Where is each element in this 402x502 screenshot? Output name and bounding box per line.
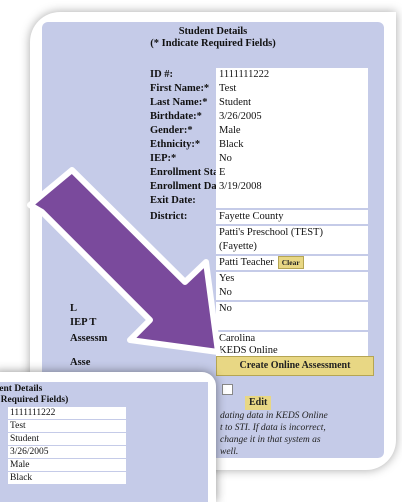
label-partial-l: L (70, 303, 78, 314)
create-online-assessment-button[interactable]: Create Online Assessment (216, 356, 374, 376)
label-assessment-2: Asse (70, 357, 91, 368)
inset-value-ethnicity: Black (8, 472, 126, 484)
value-ethnicity[interactable]: Black (216, 138, 368, 152)
zoom-inset: dent Details e Required Fields) 11111112… (0, 372, 216, 502)
label-iep-type: IEP T (70, 317, 97, 328)
value-assessment[interactable]: Carolina (216, 332, 368, 346)
inset-value-gender: Male (8, 459, 126, 471)
value-iep[interactable]: No (216, 152, 368, 166)
value-first-name[interactable]: Test (216, 82, 368, 96)
label-gender: Gender:* (150, 125, 193, 136)
value-exit-date[interactable] (216, 194, 368, 208)
label-first-name: First Name:* (150, 83, 210, 94)
inset-panel: dent Details e Required Fields) 11111112… (0, 382, 208, 502)
label-ethnicity: Ethnicity:* (150, 139, 201, 150)
checkbox[interactable] (222, 384, 233, 395)
value-birthdate[interactable]: 3/26/2005 (216, 110, 368, 124)
inset-title: dent Details e Required Fields) (0, 384, 69, 405)
label-assessment: Assessm (70, 333, 108, 344)
inset-value-birthdate: 3/26/2005 (8, 446, 126, 458)
info-note: dating data in KEDS Online t to STI. If … (220, 411, 328, 457)
label-exit-date: Exit Date: (150, 195, 196, 206)
value-row-no-1[interactable]: No (216, 286, 368, 300)
inset-value-last-name: Student (8, 433, 126, 445)
value-school[interactable]: Patti's Preschool (TEST) (Fayette) (216, 226, 368, 254)
clear-button[interactable]: Clear (277, 256, 304, 270)
value-last-name[interactable]: Student (216, 96, 368, 110)
value-row-no-2[interactable]: No (216, 302, 368, 316)
value-iep-type[interactable] (216, 316, 368, 330)
value-row-yes[interactable]: Yes (216, 272, 368, 286)
value-id[interactable]: 1111111222 (216, 68, 368, 82)
value-keds-online[interactable]: KEDS Online (216, 346, 368, 356)
value-gender[interactable]: Male (216, 124, 368, 138)
value-enrollment-date[interactable]: 3/19/2008 (216, 180, 368, 194)
inset-value-first-name: Test (8, 420, 126, 432)
edit-button[interactable]: Edit (245, 396, 272, 410)
label-last-name: Last Name:* (150, 97, 208, 108)
form-title: Student Details (* Indicate Required Fie… (150, 26, 276, 49)
value-district[interactable]: Fayette County (216, 210, 368, 224)
label-id: ID #: (150, 69, 174, 80)
value-teacher[interactable]: Patti Teacher Clear (216, 256, 368, 270)
value-enrollment-status[interactable]: E (216, 166, 368, 180)
label-district: District: (150, 211, 188, 222)
label-birthdate: Birthdate:* (150, 111, 202, 122)
label-iep: IEP:* (150, 153, 177, 164)
inset-value-id: 1111111222 (8, 407, 126, 419)
